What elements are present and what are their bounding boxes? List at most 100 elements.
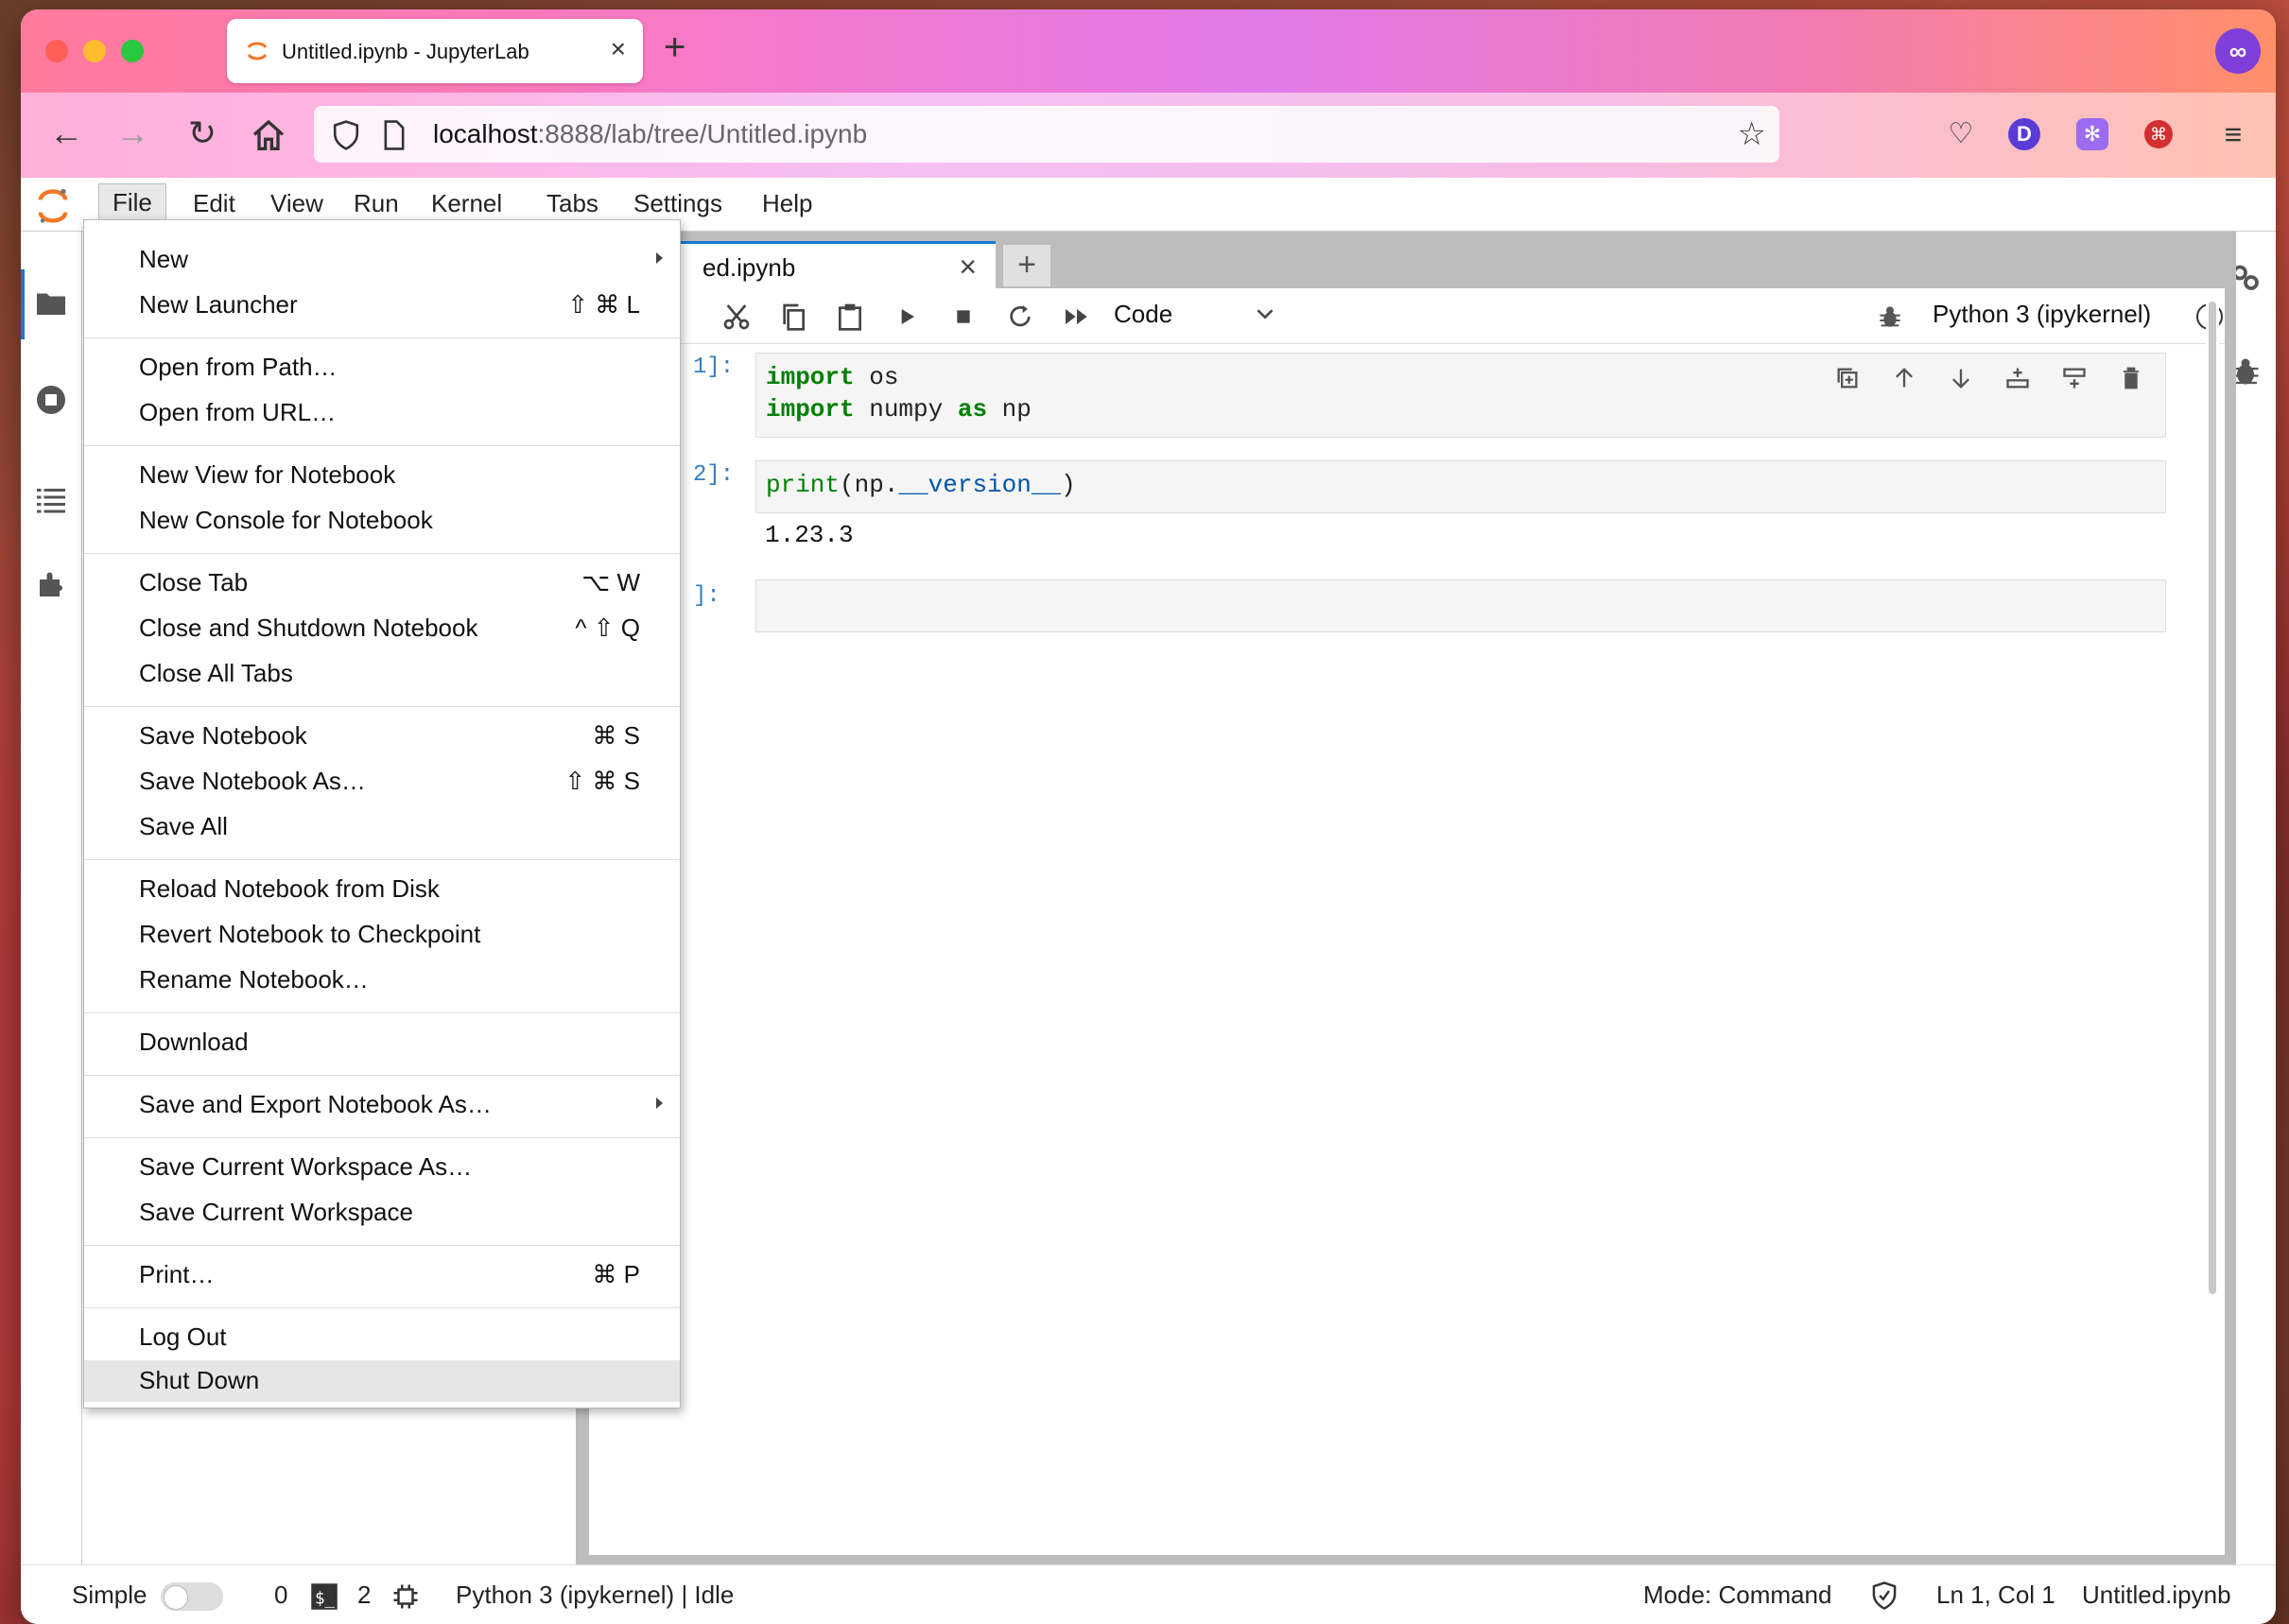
reload-icon[interactable]: ↻ bbox=[182, 113, 223, 153]
kernel-chip-icon[interactable] bbox=[391, 1582, 420, 1611]
bug-icon[interactable] bbox=[1875, 302, 1905, 332]
cursor-position[interactable]: Ln 1, Col 1 bbox=[1936, 1581, 2055, 1610]
menu-item-shortcut: ⌘ S bbox=[592, 721, 640, 750]
menu-item-close-all-tabs[interactable]: Close All Tabs bbox=[84, 653, 680, 695]
zoom-window-button[interactable] bbox=[121, 40, 144, 62]
menu-item-label: Close Tab bbox=[139, 568, 249, 596]
minimize-window-button[interactable] bbox=[83, 40, 106, 62]
code-cell-1[interactable]: import os import numpy as np bbox=[755, 353, 2166, 438]
menu-item-label: Open from Path… bbox=[139, 353, 338, 381]
address-bar[interactable]: localhost:8888/lab/tree/Untitled.ipynb ☆ bbox=[314, 106, 1779, 163]
restart-kernel-icon[interactable] bbox=[1005, 302, 1035, 332]
terminal-icon[interactable]: $_ bbox=[310, 1582, 338, 1611]
menu-item-print[interactable]: Print… ⌘ P bbox=[84, 1254, 680, 1296]
new-launcher-tab-button[interactable]: + bbox=[1003, 245, 1050, 286]
bookmark-star-icon[interactable]: ☆ bbox=[1738, 115, 1766, 153]
extension-command-icon[interactable]: ⌘ bbox=[2144, 120, 2173, 148]
url-text[interactable]: localhost:8888/lab/tree/Untitled.ipynb bbox=[433, 119, 867, 149]
extension-manager-icon[interactable] bbox=[34, 568, 68, 602]
kernel-count[interactable]: 2 bbox=[357, 1581, 371, 1610]
cut-icon[interactable] bbox=[721, 302, 752, 332]
insert-cell-below-icon[interactable] bbox=[2061, 365, 2088, 391]
code-cell-2[interactable]: print(np.__version__) bbox=[755, 460, 2166, 513]
cell-prompt: 1]: bbox=[693, 354, 735, 380]
menu-item-close-shutdown[interactable]: Close and Shutdown Notebook ^ ⇧ Q bbox=[84, 608, 680, 649]
menu-item-save-notebook-as[interactable]: Save Notebook As… ⇧ ⌘ S bbox=[84, 761, 680, 803]
delete-cell-icon[interactable] bbox=[2118, 365, 2144, 391]
duplicate-cell-icon[interactable] bbox=[1834, 365, 1861, 391]
code-cell-3[interactable] bbox=[755, 579, 2166, 632]
browser-tab-title: Untitled.ipynb - JupyterLab bbox=[282, 40, 529, 63]
move-cell-down-icon[interactable] bbox=[1948, 365, 1974, 391]
menu-item-new-launcher[interactable]: New Launcher ⇧ ⌘ L bbox=[84, 285, 680, 326]
insert-cell-above-icon[interactable] bbox=[2004, 365, 2031, 391]
close-tab-icon[interactable]: × bbox=[611, 34, 626, 64]
extension-icon[interactable]: ✻ bbox=[2076, 118, 2108, 150]
menu-item-new[interactable]: New bbox=[84, 239, 680, 281]
menu-item-open-from-path[interactable]: Open from Path… bbox=[84, 347, 680, 389]
code-token: numpy bbox=[854, 395, 958, 423]
code-token: as bbox=[957, 395, 988, 423]
kernel-status-text[interactable]: Python 3 (ipykernel) | Idle bbox=[456, 1581, 734, 1610]
menu-item-reload[interactable]: Reload Notebook from Disk bbox=[84, 869, 680, 910]
menu-item-save-all[interactable]: Save All bbox=[84, 806, 680, 848]
scrollbar-thumb[interactable] bbox=[2209, 302, 2216, 1294]
url-host: localhost bbox=[433, 119, 538, 148]
menu-run[interactable]: Run bbox=[340, 189, 412, 223]
interrupt-kernel-icon[interactable] bbox=[948, 302, 979, 332]
back-icon[interactable]: ← bbox=[45, 113, 87, 153]
menu-item-save-workspace-as[interactable]: Save Current Workspace As… bbox=[84, 1147, 680, 1188]
close-notebook-tab-icon[interactable]: × bbox=[959, 250, 977, 285]
running-sessions-icon[interactable] bbox=[34, 383, 68, 417]
table-of-contents-icon[interactable] bbox=[34, 483, 68, 517]
menu-item-close-tab[interactable]: Close Tab ⌥ W bbox=[84, 562, 680, 604]
jupyter-logo-icon bbox=[38, 188, 68, 223]
restart-run-all-icon[interactable] bbox=[1062, 302, 1092, 332]
profile-avatar[interactable]: D bbox=[2008, 118, 2040, 150]
pocket-icon[interactable]: ♡ bbox=[1940, 113, 1982, 155]
simple-mode-toggle[interactable] bbox=[161, 1582, 223, 1611]
home-icon[interactable] bbox=[248, 117, 289, 155]
url-path: :8888/lab/tree/Untitled.ipynb bbox=[537, 119, 868, 148]
hamburger-menu-icon[interactable]: ≡ bbox=[2212, 113, 2254, 155]
menu-item-new-console[interactable]: New Console for Notebook bbox=[84, 500, 680, 542]
menu-help[interactable]: Help bbox=[749, 189, 825, 223]
move-cell-up-icon[interactable] bbox=[1891, 365, 1917, 391]
menu-item-download[interactable]: Download bbox=[84, 1022, 680, 1063]
menu-view[interactable]: View bbox=[257, 189, 337, 223]
menu-item-save-notebook[interactable]: Save Notebook ⌘ S bbox=[84, 716, 680, 757]
close-window-button[interactable] bbox=[45, 40, 68, 62]
menu-item-shut-down[interactable]: Shut Down bbox=[84, 1360, 680, 1402]
cell-type-select[interactable]: Code bbox=[1114, 300, 1172, 329]
menu-item-save-workspace[interactable]: Save Current Workspace bbox=[84, 1192, 680, 1234]
menu-item-revert[interactable]: Revert Notebook to Checkpoint bbox=[84, 914, 680, 956]
terminal-count[interactable]: 0 bbox=[274, 1581, 287, 1610]
browser-tab[interactable]: Untitled.ipynb - JupyterLab × bbox=[227, 19, 643, 83]
trusted-shield-icon[interactable] bbox=[1870, 1581, 1899, 1611]
shield-icon[interactable] bbox=[331, 119, 361, 151]
svg-text:$_: $_ bbox=[315, 1590, 336, 1609]
copy-icon[interactable] bbox=[778, 302, 808, 332]
menu-item-rename[interactable]: Rename Notebook… bbox=[84, 959, 680, 1001]
folder-icon[interactable] bbox=[34, 286, 68, 320]
menu-item-export[interactable]: Save and Export Notebook As… bbox=[84, 1084, 680, 1126]
menu-kernel[interactable]: Kernel bbox=[418, 189, 515, 223]
page-info-icon[interactable] bbox=[380, 119, 408, 151]
menu-item-log-out[interactable]: Log Out bbox=[84, 1317, 680, 1358]
submenu-arrow-icon bbox=[656, 1097, 663, 1109]
browser-window: Untitled.ipynb - JupyterLab × + ∞ ← → ↻ … bbox=[21, 9, 2276, 1624]
chevron-down-icon[interactable] bbox=[1251, 300, 1279, 328]
paste-icon[interactable] bbox=[835, 302, 865, 332]
menu-separator bbox=[84, 706, 680, 707]
forward-icon[interactable]: → bbox=[112, 113, 153, 153]
notebook-scrollbar[interactable] bbox=[2206, 298, 2219, 1309]
new-tab-button[interactable]: + bbox=[664, 26, 685, 69]
code-token: (np. bbox=[840, 471, 899, 499]
run-cell-icon[interactable] bbox=[892, 302, 922, 332]
menu-item-open-from-url[interactable]: Open from URL… bbox=[84, 392, 680, 434]
kernel-name[interactable]: Python 3 (ipykernel) bbox=[1933, 300, 2151, 329]
menu-edit[interactable]: Edit bbox=[180, 189, 249, 223]
menu-item-new-view[interactable]: New View for Notebook bbox=[84, 455, 680, 496]
menu-settings[interactable]: Settings bbox=[620, 189, 736, 223]
menu-tabs[interactable]: Tabs bbox=[533, 189, 612, 223]
